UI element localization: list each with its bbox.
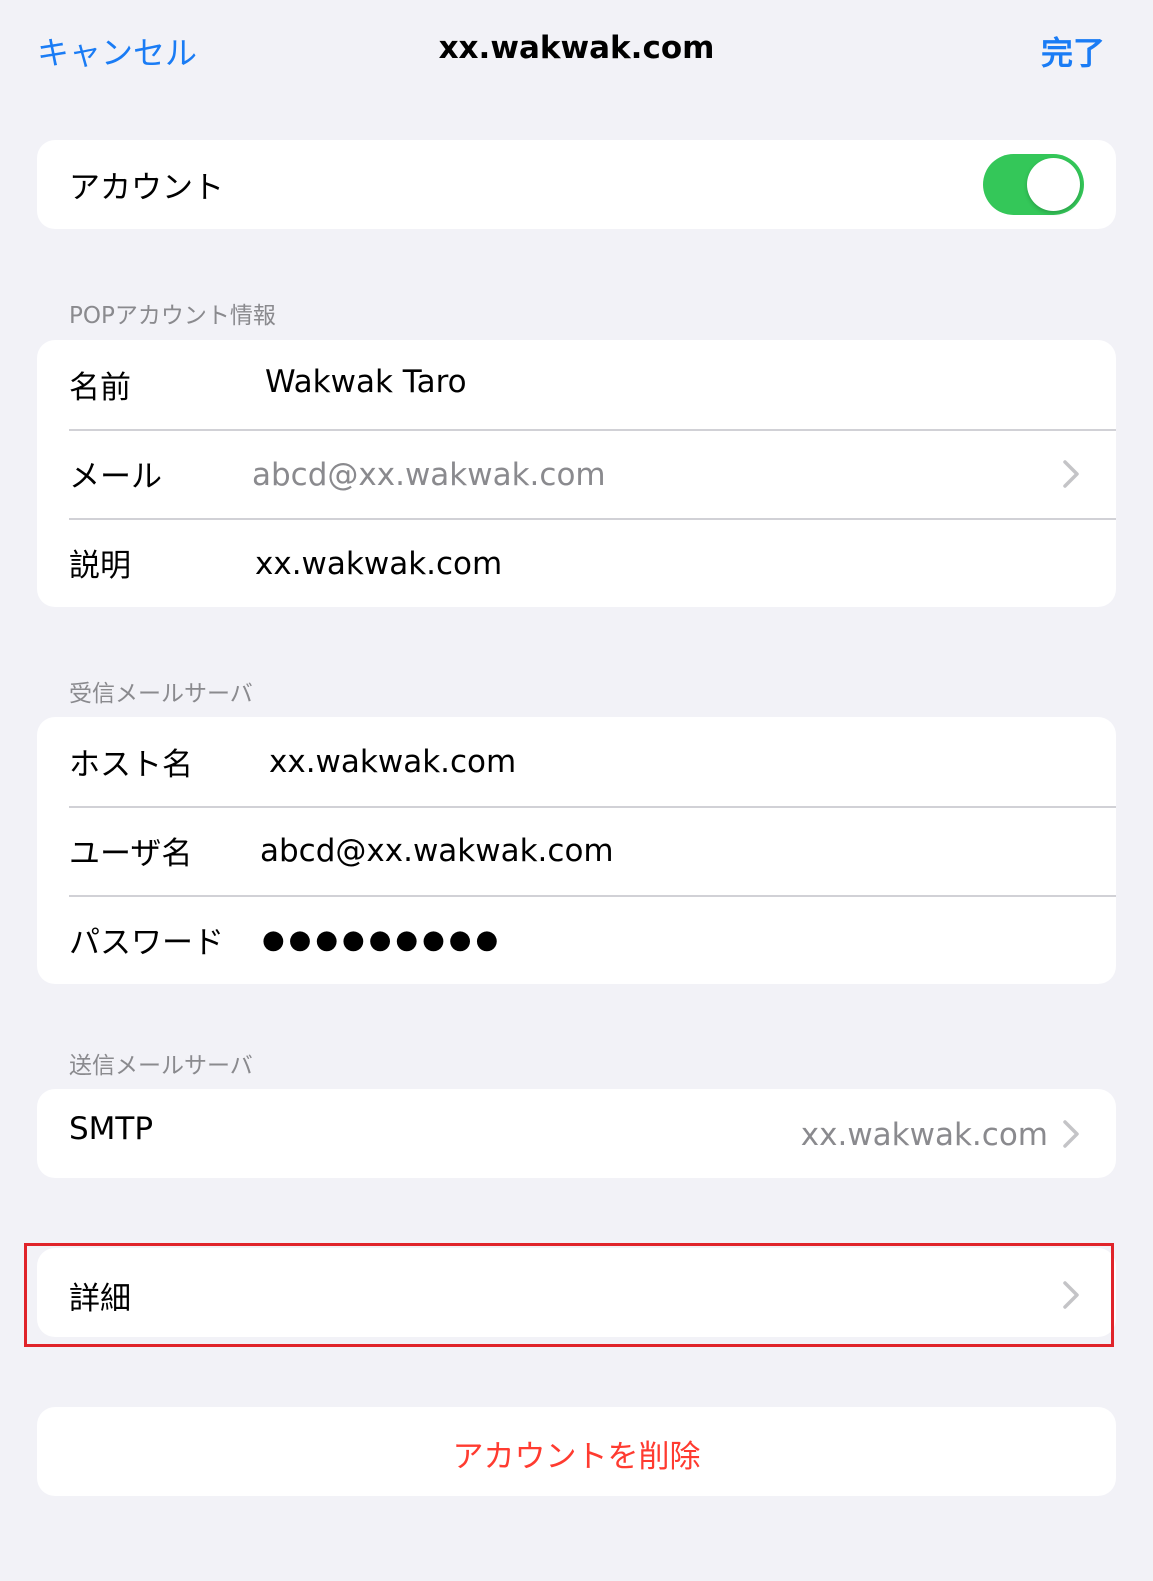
username-field[interactable]: abcd@xx.wakwak.com [260, 833, 614, 869]
incoming-section-header: 受信メールサーバ [69, 681, 253, 707]
name-label: 名前 [69, 370, 131, 406]
smtp-row[interactable]: SMTP xx.wakwak.com [37, 1089, 1116, 1178]
account-row: アカウント [37, 140, 1116, 229]
host-field[interactable]: xx.wakwak.com [269, 744, 516, 780]
smtp-label: SMTP [69, 1111, 154, 1147]
mail-label: メール [69, 459, 162, 495]
pop-section-header: POPアカウント情報 [69, 303, 276, 329]
outgoing-server-card: SMTP xx.wakwak.com [37, 1089, 1116, 1178]
outgoing-section-header: 送信メールサーバ [69, 1053, 253, 1079]
mail-value: abcd@xx.wakwak.com [252, 457, 606, 493]
username-label: ユーザ名 [69, 836, 193, 872]
delete-account-label: アカウントを削除 [452, 1439, 701, 1475]
account-toggle[interactable] [983, 154, 1084, 215]
name-row[interactable]: 名前 Wakwak Taro [37, 340, 1116, 429]
done-button[interactable]: 完了 [1041, 28, 1105, 74]
delete-account-button[interactable]: アカウントを削除 [37, 1407, 1116, 1496]
password-field[interactable]: ●●●●●●●●● [262, 925, 502, 955]
description-row[interactable]: 説明 xx.wakwak.com [37, 518, 1116, 607]
pop-account-card: 名前 Wakwak Taro メール abcd@xx.wakwak.com 説明… [37, 340, 1116, 607]
host-label: ホスト名 [69, 747, 193, 783]
username-row[interactable]: ユーザ名 abcd@xx.wakwak.com [37, 806, 1116, 895]
chevron-right-icon [1063, 1120, 1079, 1148]
smtp-value: xx.wakwak.com [800, 1117, 1048, 1153]
description-label: 説明 [69, 548, 131, 584]
delete-card: アカウントを削除 [37, 1407, 1116, 1496]
navigation-bar: キャンセル xx.wakwak.com 完了 [0, 0, 1153, 110]
highlight-frame [24, 1243, 1114, 1347]
host-row[interactable]: ホスト名 xx.wakwak.com [37, 717, 1116, 806]
mail-row[interactable]: メール abcd@xx.wakwak.com [37, 429, 1116, 518]
description-field[interactable]: xx.wakwak.com [255, 546, 502, 582]
account-card: アカウント [37, 140, 1116, 229]
password-row[interactable]: パスワード ●●●●●●●●● [37, 895, 1116, 984]
chevron-right-icon [1063, 460, 1079, 488]
toggle-knob [1027, 158, 1080, 211]
password-label: パスワード [69, 925, 224, 961]
page-title: xx.wakwak.com [438, 30, 715, 66]
account-label: アカウント [69, 170, 224, 206]
incoming-server-card: ホスト名 xx.wakwak.com ユーザ名 abcd@xx.wakwak.c… [37, 717, 1116, 984]
name-field[interactable]: Wakwak Taro [265, 364, 467, 400]
